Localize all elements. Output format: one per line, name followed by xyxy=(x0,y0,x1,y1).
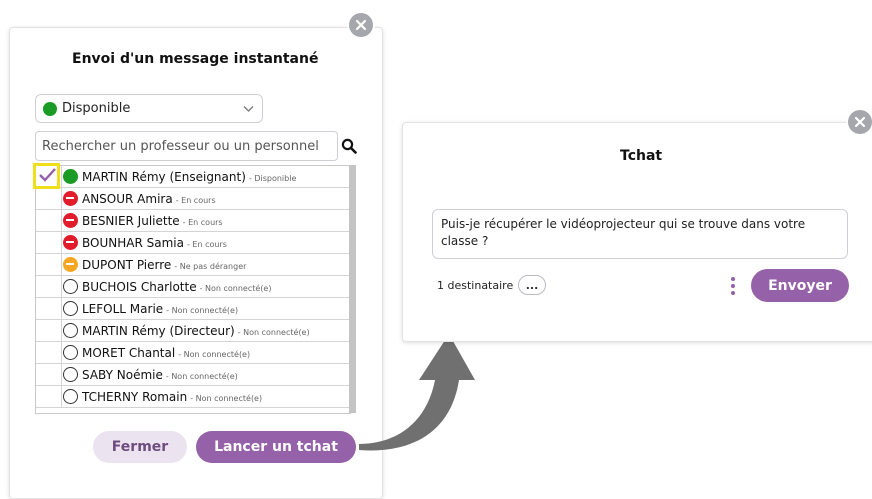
contact-checkbox[interactable] xyxy=(36,209,61,231)
contact-name: ANSOUR Amira xyxy=(82,191,173,206)
contact-status-text: - Non connecté(e) xyxy=(237,327,310,337)
contact-label: BUCHOIS Charlotte - Non connecté(e) xyxy=(82,280,271,294)
contact-name: MORET Chantal xyxy=(82,345,176,360)
checkmark-icon xyxy=(39,168,56,182)
contact-label: MARTIN Rémy (Directeur) - Non connecté(e) xyxy=(82,324,310,338)
search-icon[interactable] xyxy=(341,138,357,154)
contact-status-text: - Non connecté(e) xyxy=(199,283,272,293)
status-dropdown[interactable]: Disponible xyxy=(35,94,263,123)
close-button[interactable]: Fermer xyxy=(93,431,187,463)
contact-name: BUCHOIS Charlotte xyxy=(82,279,197,294)
contact-status-text: - Ne pas déranger xyxy=(174,261,247,271)
busy-status-icon xyxy=(63,235,78,250)
close-dialog-button[interactable] xyxy=(349,13,373,37)
column-divider xyxy=(61,188,62,209)
contact-label: BOUNHAR Samia - En cours xyxy=(82,236,227,250)
offline-status-icon xyxy=(63,279,78,294)
contact-label: TCHERNY Romain - Non connecté(e) xyxy=(82,390,262,404)
kebab-menu-icon[interactable] xyxy=(729,276,737,296)
contact-checkbox[interactable] xyxy=(36,231,61,253)
contact-name: LEFOLL Marie xyxy=(82,301,164,316)
send-button[interactable]: Envoyer xyxy=(751,269,849,302)
contact-row[interactable]: BESNIER Juliette - En cours xyxy=(36,210,350,232)
contact-name: BOUNHAR Samia xyxy=(82,235,184,250)
available-status-icon xyxy=(63,169,78,184)
offline-status-icon xyxy=(63,301,78,316)
offline-status-icon xyxy=(63,367,78,382)
close-chat-button[interactable] xyxy=(848,110,872,134)
more-recipients-button[interactable]: ... xyxy=(518,275,546,295)
message-input[interactable]: Puis-je récupérer le vidéoprojecteur qui… xyxy=(432,209,848,259)
column-divider xyxy=(61,386,62,407)
recipients-count: 1 destinataire xyxy=(437,279,514,292)
dialog-title: Envoi d'un message instantané xyxy=(72,51,319,67)
contact-row[interactable]: MARTIN Rémy (Enseignant) - Disponible xyxy=(33,163,350,189)
contact-status-text: - Non connecté(e) xyxy=(178,349,251,359)
contact-checkbox[interactable] xyxy=(36,385,61,407)
contact-row[interactable]: ANSOUR Amira - En cours xyxy=(36,188,350,210)
chat-title: Tchat xyxy=(620,148,663,164)
contact-status-text: - Non connecté(e) xyxy=(190,393,263,403)
search-input[interactable] xyxy=(35,131,338,161)
contact-name: SABY Noémie xyxy=(82,367,163,382)
contact-status-text: - Non connecté(e) xyxy=(166,305,239,315)
contact-label: MORET Chantal - Non connecté(e) xyxy=(82,346,250,360)
launch-chat-button[interactable]: Lancer un tchat xyxy=(196,431,356,463)
contact-row[interactable]: DUPONT Pierre - Ne pas déranger xyxy=(36,254,350,276)
contact-checkbox[interactable] xyxy=(36,275,61,297)
contact-row[interactable]: LEFOLL Marie - Non connecté(e) xyxy=(36,298,350,320)
contact-name: MARTIN Rémy (Enseignant) xyxy=(82,169,246,184)
column-divider xyxy=(61,276,62,297)
column-divider xyxy=(61,210,62,231)
contact-label: DUPONT Pierre - Ne pas déranger xyxy=(82,258,246,272)
contact-name: MARTIN Rémy (Directeur) xyxy=(82,323,235,338)
contact-label: SABY Noémie - Non connecté(e) xyxy=(82,368,238,382)
close-icon xyxy=(854,116,866,128)
busy-status-icon xyxy=(63,191,78,206)
contact-row[interactable]: SABY Noémie - Non connecté(e) xyxy=(36,364,350,386)
contact-checkbox[interactable] xyxy=(36,363,61,385)
column-divider xyxy=(61,298,62,319)
contact-label: ANSOUR Amira - En cours xyxy=(82,192,216,206)
contact-checkbox[interactable] xyxy=(36,341,61,363)
contact-status-text: - En cours xyxy=(182,217,223,227)
offline-status-icon xyxy=(63,389,78,404)
status-dropdown-value: Disponible xyxy=(62,101,131,116)
close-icon xyxy=(355,19,367,31)
contact-list: MARTIN Rémy (Enseignant) - Disponible ANSO… xyxy=(33,163,351,414)
contact-status-text: - Non connecté(e) xyxy=(165,371,238,381)
contact-label: LEFOLL Marie - Non connecté(e) xyxy=(82,302,238,316)
available-status-icon xyxy=(43,101,57,116)
contact-row[interactable]: MORET Chantal - Non connecté(e) xyxy=(36,342,350,364)
column-divider xyxy=(61,232,62,253)
contact-checkbox[interactable] xyxy=(36,319,61,341)
column-divider xyxy=(61,364,62,385)
busy-status-icon xyxy=(63,213,78,228)
contact-status-text: - En cours xyxy=(186,239,227,249)
contact-list-scrollbar[interactable] xyxy=(349,165,356,413)
column-divider xyxy=(61,166,62,187)
column-divider xyxy=(61,342,62,363)
contact-checkbox[interactable] xyxy=(36,253,61,275)
contact-row[interactable]: BOUNHAR Samia - En cours xyxy=(36,232,350,254)
contact-status-text: - Disponible xyxy=(248,173,297,183)
contact-status-text: - En cours xyxy=(175,195,216,205)
contact-row[interactable]: TCHERNY Romain - Non connecté(e) xyxy=(36,386,350,408)
contact-row[interactable]: BUCHOIS Charlotte - Non connecté(e) xyxy=(36,276,350,298)
contact-row[interactable]: MARTIN Rémy (Directeur) - Non connecté(e) xyxy=(36,320,350,342)
offline-status-icon xyxy=(63,345,78,360)
contact-name: TCHERNY Romain xyxy=(82,389,188,404)
contact-label: MARTIN Rémy (Enseignant) - Disponible xyxy=(82,170,296,184)
dnd-status-icon xyxy=(63,257,78,272)
contact-name: BESNIER Juliette xyxy=(82,213,180,228)
contact-checkbox[interactable] xyxy=(36,297,61,319)
contact-checkbox[interactable] xyxy=(33,163,60,189)
column-divider xyxy=(61,254,62,275)
contact-checkbox[interactable] xyxy=(36,187,61,209)
column-divider xyxy=(61,320,62,341)
contact-label: BESNIER Juliette - En cours xyxy=(82,214,223,228)
contact-name: DUPONT Pierre xyxy=(82,257,172,272)
offline-status-icon xyxy=(63,323,78,338)
chevron-down-icon xyxy=(243,106,254,112)
